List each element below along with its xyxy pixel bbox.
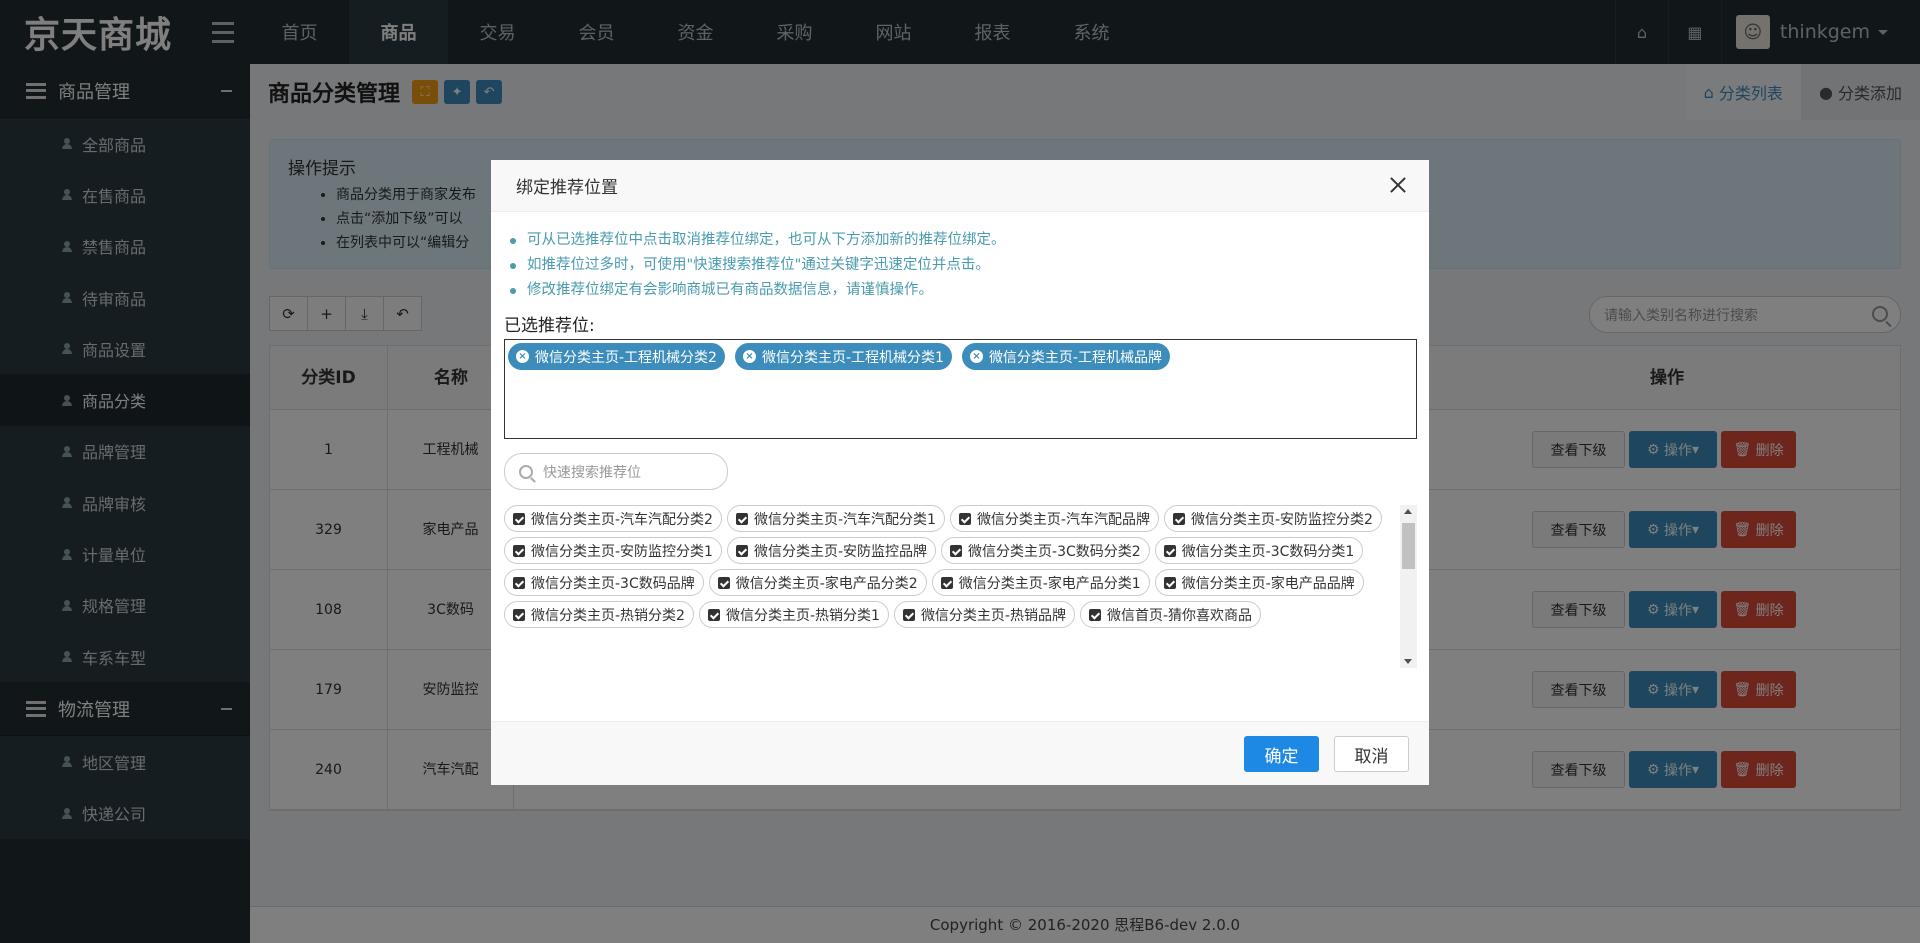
cancel-button[interactable]: 取消 (1334, 736, 1409, 772)
hint-list: 可从已选推荐位中点击取消推荐位绑定，也可从下方添加新的推荐位绑定。 如推荐位过多… (504, 228, 1416, 303)
hint-item: 可从已选推荐位中点击取消推荐位绑定，也可从下方添加新的推荐位绑定。 (504, 228, 1416, 253)
scroll-down-icon[interactable] (1404, 659, 1412, 664)
checkbox-icon (513, 576, 525, 589)
option-label: 微信分类主页-热销分类2 (531, 607, 685, 624)
scroll-up-icon[interactable] (1404, 509, 1412, 514)
modal-title: 绑定推荐位置 (516, 178, 618, 198)
selected-label: 已选推荐位: (504, 316, 595, 336)
option-tag[interactable]: 微信分类主页-安防监控分类1 (504, 537, 722, 564)
quick-search-input[interactable]: 快速搜索推荐位 (504, 453, 728, 490)
selected-tag-label: 微信分类主页-工程机械分类2 (535, 349, 717, 366)
scroll-thumb[interactable] (1402, 523, 1415, 569)
option-tag[interactable]: 微信分类主页-汽车汽配分类2 (504, 505, 722, 532)
checkbox-icon (707, 608, 720, 621)
option-tag[interactable]: 微信分类主页-汽车汽配品牌 (949, 505, 1159, 532)
selected-tag[interactable]: × 微信分类主页-工程机械分类1 (734, 343, 952, 370)
selected-tag-label: 微信分类主页-工程机械品牌 (988, 349, 1162, 366)
option-tag[interactable]: 微信分类主页-家电产品品牌 (1154, 569, 1364, 596)
option-label: 微信分类主页-家电产品品牌 (1181, 575, 1355, 592)
option-label: 微信分类主页-汽车汽配分类1 (753, 511, 936, 528)
option-tag[interactable]: 微信分类主页-热销分类1 (698, 601, 889, 628)
remove-icon: × (742, 350, 756, 363)
option-label: 微信分类主页-汽车汽配品牌 (976, 511, 1150, 528)
option-label: 微信分类主页-安防监控分类1 (531, 543, 713, 560)
checkbox-icon (735, 544, 748, 557)
hint-item: 如推荐位过多时，可使用"快速搜索推荐位"通过关键字迅速定位并点击。 (504, 253, 1416, 278)
selected-tag[interactable]: × 微信分类主页-工程机械分类2 (508, 343, 725, 370)
option-tag[interactable]: 微信分类主页-安防监控品牌 (726, 537, 937, 564)
checkbox-icon (513, 608, 525, 621)
option-tag[interactable]: 微信分类主页-家电产品分类1 (931, 569, 1150, 596)
checkbox-icon (1163, 576, 1176, 589)
confirm-button[interactable]: 确定 (1244, 736, 1319, 772)
options-list: 微信分类主页-汽车汽配分类2 微信分类主页-汽车汽配分类1 微信分类主页-汽车汽… (504, 505, 1394, 633)
option-label: 微信分类主页-3C数码分类1 (1181, 543, 1355, 560)
options-scrollbar[interactable] (1400, 505, 1417, 668)
option-tag[interactable]: 微信分类主页-安防监控分类2 (1164, 505, 1382, 532)
bind-recommend-modal: 绑定推荐位置 可从已选推荐位中点击取消推荐位绑定，也可从下方添加新的推荐位绑定。… (491, 160, 1429, 785)
checkbox-icon (1173, 512, 1185, 525)
option-tag[interactable]: 微信分类主页-汽车汽配分类1 (726, 505, 945, 532)
checkbox-icon (950, 544, 963, 557)
checkbox-icon (513, 544, 525, 557)
option-label: 微信分类主页-汽车汽配分类2 (531, 511, 713, 528)
option-tag[interactable]: 微信分类主页-3C数码品牌 (504, 569, 704, 596)
checkbox-icon (735, 512, 748, 525)
close-icon[interactable] (1387, 174, 1409, 196)
option-label: 微信分类主页-3C数码分类2 (968, 543, 1141, 560)
option-label: 微信分类主页-热销分类1 (725, 607, 880, 624)
checkbox-icon (513, 512, 525, 525)
option-label: 微信分类主页-安防监控品牌 (753, 543, 928, 560)
selected-tag[interactable]: × 微信分类主页-工程机械品牌 (961, 343, 1170, 370)
option-tag[interactable]: 微信分类主页-3C数码分类1 (1154, 537, 1364, 564)
option-tag[interactable]: 微信分类主页-热销品牌 (893, 601, 1075, 628)
checkbox-icon (940, 576, 953, 589)
option-label: 微信分类主页-安防监控分类2 (1191, 511, 1373, 528)
option-label: 微信分类主页-3C数码品牌 (531, 575, 695, 592)
selected-positions-box: × 微信分类主页-工程机械分类2 × 微信分类主页-工程机械分类1 × 微信分类主页-… (504, 339, 1417, 439)
option-tag[interactable]: 微信分类主页-热销分类2 (504, 601, 694, 628)
checkbox-icon (902, 608, 915, 621)
remove-icon: × (969, 350, 983, 363)
option-tag[interactable]: 微信分类主页-家电产品分类2 (708, 569, 927, 596)
options-area: 微信分类主页-汽车汽配分类2 微信分类主页-汽车汽配分类1 微信分类主页-汽车汽… (504, 505, 1417, 668)
hint-item: 修改推荐位绑定有会影响商城已有商品数据信息，请谨慎操作。 (504, 278, 1416, 303)
modal-header: 绑定推荐位置 (491, 160, 1429, 212)
checkbox-icon (1089, 608, 1101, 621)
option-label: 微信分类主页-家电产品分类2 (735, 575, 918, 592)
quick-search-placeholder: 快速搜索推荐位 (543, 464, 641, 481)
checkbox-icon (958, 512, 971, 525)
remove-icon: × (516, 350, 529, 363)
search-icon (519, 465, 533, 479)
checkbox-icon (717, 576, 730, 589)
option-label: 微信分类主页-热销品牌 (920, 607, 1066, 624)
modal-footer: 确定 取消 (491, 721, 1429, 785)
modal-body: 可从已选推荐位中点击取消推荐位绑定，也可从下方添加新的推荐位绑定。 如推荐位过多… (491, 212, 1429, 668)
option-label: 微信首页-猜你喜欢商品 (1107, 607, 1253, 624)
checkbox-icon (1163, 544, 1176, 557)
selected-tag-label: 微信分类主页-工程机械分类1 (761, 349, 944, 366)
option-label: 微信分类主页-家电产品分类1 (958, 575, 1141, 592)
option-tag[interactable]: 微信分类主页-3C数码分类2 (941, 537, 1150, 564)
option-tag[interactable]: 微信首页-猜你喜欢商品 (1080, 601, 1262, 628)
